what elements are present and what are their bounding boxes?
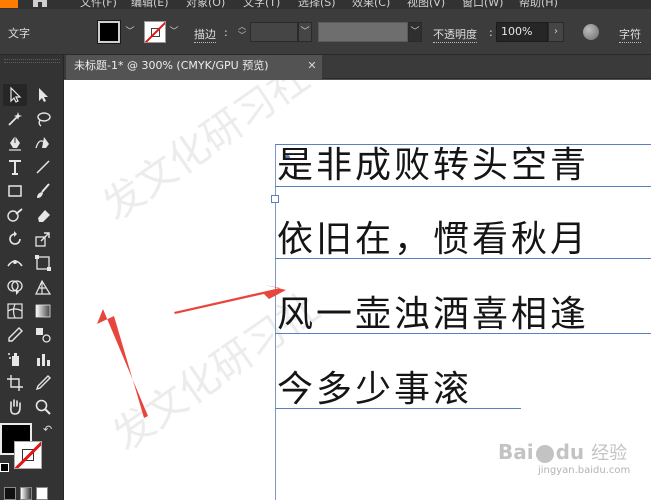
context-label: 文字 (8, 27, 30, 40)
paintbrush-tool-icon[interactable] (31, 180, 55, 202)
stroke-weight-stepper[interactable]: ︿ ﹀ (235, 22, 249, 42)
shaper-tool-icon[interactable] (3, 204, 27, 226)
baidu-watermark-logo: Bai du 经验 (498, 439, 627, 465)
baidu-watermark-url: jingyan.baidu.com (538, 465, 631, 476)
scale-tool-icon[interactable] (31, 228, 55, 250)
document-tab-title: 未标题-1* @ 300% (CMYK/GPU 预览) (74, 59, 269, 72)
stroke-weight-dropdown[interactable]: ﹀ (298, 22, 312, 42)
rotate-tool-icon[interactable] (3, 228, 27, 250)
rectangle-tool-icon[interactable] (3, 180, 27, 202)
panel-grip[interactable] (4, 59, 60, 63)
swap-fill-stroke-icon[interactable]: ↶ (43, 424, 55, 436)
annotation-arrow-right (174, 285, 286, 314)
fill-color-swatch[interactable] (97, 20, 121, 44)
curvature-tool-icon[interactable] (31, 132, 55, 154)
opacity-input[interactable]: 100% (496, 22, 548, 42)
opacity-arrow-icon[interactable]: › (548, 22, 564, 42)
menu-bar: 文件(F) 编辑(E) 对象(O) 文字(T) 选择(S) 效果(C) 视图(V… (0, 0, 651, 9)
selection-tool-icon[interactable] (3, 84, 27, 106)
annotation-arrows (97, 285, 286, 418)
tools-panel: ↶ (0, 55, 64, 500)
annotation-arrow-up (97, 309, 148, 418)
eraser-tool-icon[interactable] (31, 204, 55, 226)
gradient-tool-icon[interactable] (31, 300, 55, 322)
line-tool-icon[interactable] (31, 156, 55, 178)
column-graph-tool-icon[interactable] (31, 348, 55, 370)
app-logo (0, 0, 18, 8)
document-tab[interactable]: 未标题-1* @ 300% (CMYK/GPU 预览) (66, 55, 322, 79)
mesh-tool-icon[interactable] (3, 300, 27, 322)
baidu-text: Bai (498, 440, 534, 464)
width-tool-icon[interactable] (3, 252, 27, 274)
none-mode-icon[interactable] (36, 487, 48, 500)
slice-tool-icon[interactable] (31, 372, 55, 394)
recolor-artwork-icon[interactable] (583, 24, 599, 40)
opacity-colon: : (489, 26, 493, 39)
variable-width-profile[interactable] (318, 22, 408, 42)
hand-tool-icon[interactable] (3, 396, 27, 418)
stroke-swatch-large[interactable] (14, 441, 42, 469)
baidu-du-text: du (555, 440, 585, 464)
eyedropper-tool-icon[interactable] (3, 324, 27, 346)
fill-dropdown-chevron-icon[interactable]: ﹀ (124, 25, 136, 39)
lasso-tool-icon[interactable] (31, 108, 55, 130)
home-icon[interactable] (30, 0, 50, 7)
character-label[interactable]: 字符 (619, 26, 641, 43)
gradient-mode-icon[interactable] (20, 487, 32, 500)
type-tool-icon[interactable] (3, 156, 27, 178)
profile-dropdown[interactable]: ﹀ (408, 22, 422, 42)
artboard-canvas[interactable]: 发文化研习社 发文化研习社 是非成败转头空青 依旧在，惯看秋月 风一壶浊酒喜相逢… (64, 80, 651, 500)
artboard-tool-icon[interactable] (3, 372, 27, 394)
illustrator-window: 文件(F) 编辑(E) 对象(O) 文字(T) 选择(S) 效果(C) 视图(V… (0, 0, 651, 500)
magic-wand-tool-icon[interactable] (3, 108, 27, 130)
stroke-label[interactable]: 描边 (194, 26, 216, 43)
zoom-tool-icon[interactable] (31, 396, 55, 418)
pen-tool-icon[interactable] (3, 132, 27, 154)
color-mode-icon[interactable] (4, 487, 16, 500)
baidu-paw-icon (535, 444, 554, 463)
stroke-color-swatch[interactable] (144, 21, 166, 43)
symbol-sprayer-tool-icon[interactable] (3, 348, 27, 370)
close-tab-icon[interactable]: ✕ (304, 55, 320, 79)
document-tab-bar: 未标题-1* @ 300% (CMYK/GPU 预览) ✕ (64, 55, 651, 79)
control-bar: 文字 ﹀ ﹀ 描边 : ︿ ﹀ ﹀ ﹀ 不透明度 : 100% › 字符 (0, 9, 651, 55)
blend-tool-icon[interactable] (31, 324, 55, 346)
opacity-label[interactable]: 不透明度 (433, 26, 477, 43)
direct-selection-tool-icon[interactable] (31, 84, 55, 106)
baidu-jingyan-text: 经验 (591, 443, 628, 464)
stroke-dropdown-chevron-icon[interactable]: ﹀ (168, 25, 180, 39)
shape-builder-tool-icon[interactable] (3, 276, 27, 298)
free-transform-tool-icon[interactable] (31, 252, 55, 274)
perspective-grid-tool-icon[interactable] (31, 276, 55, 298)
default-colors-icon[interactable] (0, 463, 9, 472)
stroke-colon: : (224, 26, 228, 39)
stroke-weight-input[interactable] (250, 22, 298, 42)
